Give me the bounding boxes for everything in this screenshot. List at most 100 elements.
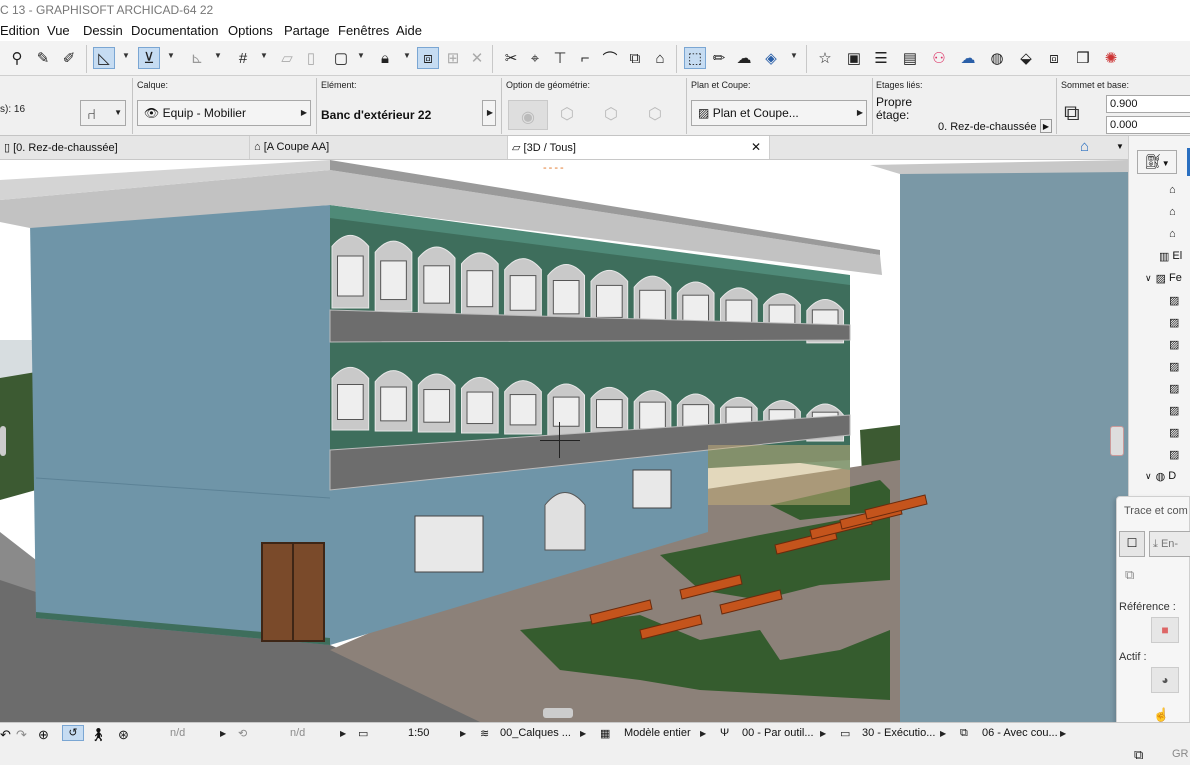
geometry-option-3-icon[interactable]: ⬡ <box>604 104 632 128</box>
book-icon[interactable]: ▤ <box>899 47 921 69</box>
stack-icon[interactable]: ⧈ <box>1043 47 1065 69</box>
favorites-button[interactable]: ⑁ ▼ <box>80 100 126 126</box>
plane-icon[interactable]: ▱ <box>276 47 298 69</box>
chevron-right-icon[interactable]: ▶ <box>460 729 466 738</box>
menu-partage[interactable]: Partage <box>284 23 330 38</box>
star-icon[interactable]: ☆ <box>814 47 836 69</box>
actif-color-button[interactable]: ◕ <box>1151 667 1179 693</box>
magic-wand-icon[interactable]: ⚲ <box>6 47 28 69</box>
nav-item-house-2[interactable]: ⌂ <box>1169 202 1176 222</box>
menu-documentation[interactable]: Documentation <box>131 23 218 38</box>
top-height-input[interactable]: 0.900 <box>1106 95 1190 113</box>
close-icon[interactable]: ✕ <box>751 140 761 154</box>
orbit-icon[interactable]: ↺ <box>62 725 84 741</box>
chevron-down-icon[interactable]: ▼ <box>1116 142 1124 151</box>
resize-icon[interactable]: ⧉ <box>624 47 646 69</box>
nav-subitem[interactable]: ▨ <box>1169 312 1179 332</box>
chevron-down-icon[interactable]: ▼ <box>357 51 367 65</box>
cloud-sync-icon[interactable]: ☁ <box>957 47 979 69</box>
corner-icon[interactable]: ⌐ <box>574 47 596 69</box>
layers-icon[interactable]: ❒ <box>1072 47 1094 69</box>
trace-toggle-button[interactable]: ☐ <box>1119 531 1145 557</box>
chevron-right-icon[interactable]: ▶ <box>1040 119 1052 133</box>
chevron-down-icon[interactable]: ▼ <box>214 51 224 65</box>
eyedropper-icon[interactable]: ✎ <box>32 47 54 69</box>
3d-viewport[interactable]: ---- <box>0 160 1128 722</box>
redo-icon[interactable]: ↷ <box>16 727 27 743</box>
nav-item-worksheet[interactable]: ∨ ▨ Fe <box>1145 268 1182 288</box>
nav-subitem[interactable]: ▨ <box>1169 290 1179 310</box>
nav-subitem[interactable]: ▨ <box>1169 400 1179 420</box>
navigator-mode-button[interactable]: ⛽︎▼ <box>1137 150 1177 174</box>
house-icon[interactable]: ⌂ <box>1080 138 1114 158</box>
globe-icon[interactable]: ◍ <box>986 47 1008 69</box>
menu-dessin[interactable]: Dessin <box>83 23 123 38</box>
nav-item-house-1[interactable]: ⌂ <box>1169 180 1176 200</box>
swap-icon[interactable]: ⧉ <box>1125 567 1134 583</box>
extend-icon[interactable]: ⊤ <box>549 47 571 69</box>
cross-icon[interactable]: ✕ <box>466 47 488 69</box>
undo-icon[interactable]: ↶ <box>0 727 11 743</box>
search-people-icon[interactable]: ⚇ <box>928 47 950 69</box>
rotate-icon[interactable]: ⟲ <box>238 727 247 740</box>
adjust-icon[interactable]: ⌖ <box>524 47 546 69</box>
cloud-icon[interactable]: ☁ <box>733 47 755 69</box>
fillet-icon[interactable]: ⌒ <box>599 47 621 69</box>
chevron-down-icon[interactable]: ▼ <box>403 51 413 65</box>
snap-guides-icon[interactable]: ⊻ <box>138 47 160 69</box>
scissors-icon[interactable]: ✂ <box>500 47 522 69</box>
coordinates-icon[interactable]: ⊾ <box>186 47 208 69</box>
trace-icon[interactable]: ▯ <box>300 47 322 69</box>
dimension-icon[interactable]: ⊞ <box>442 47 464 69</box>
guide-lines-icon[interactable]: ◺ <box>93 47 115 69</box>
syringe-icon[interactable]: ✐ <box>58 47 80 69</box>
render-icon[interactable]: ✺ <box>1100 47 1122 69</box>
tab-3d-tous[interactable]: ▱ [3D / Tous] ✕ <box>508 136 770 159</box>
pen-set-value[interactable]: 00 - Par outil... <box>742 727 814 739</box>
trace-apply-button[interactable]: ⤓ En- <box>1149 531 1190 557</box>
walk-icon[interactable]: 🚶︎ <box>90 727 107 743</box>
geometry-option-1-icon[interactable]: ◉ <box>508 100 548 130</box>
chevron-right-icon[interactable]: ▶ <box>340 729 346 738</box>
nav-subitem[interactable]: ▨ <box>1169 444 1179 464</box>
edit-selection-icon[interactable]: ⬚ <box>684 47 706 69</box>
nav-subitem[interactable]: ▨ <box>1169 378 1179 398</box>
base-height-input[interactable]: 0.000 <box>1106 116 1190 134</box>
chevron-down-icon[interactable]: ▼ <box>790 51 800 65</box>
chevron-right-icon[interactable]: ▶ <box>940 729 946 738</box>
left-panel-handle[interactable] <box>0 426 6 456</box>
zoom-in-icon[interactable]: ⊕ <box>38 727 49 743</box>
menu-fenetres[interactable]: Fenêtres <box>338 23 389 38</box>
suspend-groups-icon[interactable]: ▢ <box>330 47 352 69</box>
drop-icon[interactable]: ⬙ <box>1015 47 1037 69</box>
nav-subitem[interactable]: ▨ <box>1169 334 1179 354</box>
select-inside-icon[interactable]: ⧈ <box>417 47 439 69</box>
image-icon[interactable]: ▣ <box>843 47 865 69</box>
nav-subitem[interactable]: ▨ <box>1169 422 1179 442</box>
pencil-icon[interactable]: ✏ <box>708 47 730 69</box>
layer-combo-value[interactable]: 00_Calques ... <box>500 727 571 739</box>
chevron-down-icon[interactable]: ▼ <box>122 51 132 65</box>
menu-aide[interactable]: Aide <box>396 23 422 38</box>
etages-value[interactable]: 0. Rez-de-chaussée <box>938 121 1036 133</box>
nav-item-house-3[interactable]: ⌂ <box>1169 224 1176 244</box>
chevron-down-icon[interactable]: ▼ <box>260 51 270 65</box>
mvo-value[interactable]: 30 - Exécutio... <box>862 727 935 739</box>
3d-model-render[interactable] <box>0 160 1128 722</box>
geometry-option-4-icon[interactable]: ⬡ <box>648 104 676 128</box>
hand-icon[interactable]: ☝ <box>1153 707 1169 723</box>
grid-icon[interactable]: # <box>232 47 254 69</box>
element-settings-button[interactable]: ▶ <box>482 100 496 126</box>
geometry-option-2-icon[interactable]: ⬡ <box>560 104 588 128</box>
lock-icon[interactable]: 🔒︎ <box>374 47 396 69</box>
stairs-icon[interactable]: ☰ <box>870 47 892 69</box>
nav-item-details[interactable]: ∨ ◍ D <box>1145 466 1176 486</box>
chevron-right-icon[interactable]: ▶ <box>580 729 586 738</box>
menu-edition[interactable]: Edition <box>0 23 40 38</box>
nav-item-elevation[interactable]: ▥ El <box>1159 246 1182 266</box>
chevron-right-icon[interactable]: ▶ <box>220 729 226 738</box>
tab-coupe-aa[interactable]: ⌂ [A Coupe AA] <box>250 136 508 159</box>
panel-handle[interactable] <box>1110 426 1124 456</box>
chevron-right-icon[interactable]: ▶ <box>700 729 706 738</box>
menu-options[interactable]: Options <box>228 23 273 38</box>
